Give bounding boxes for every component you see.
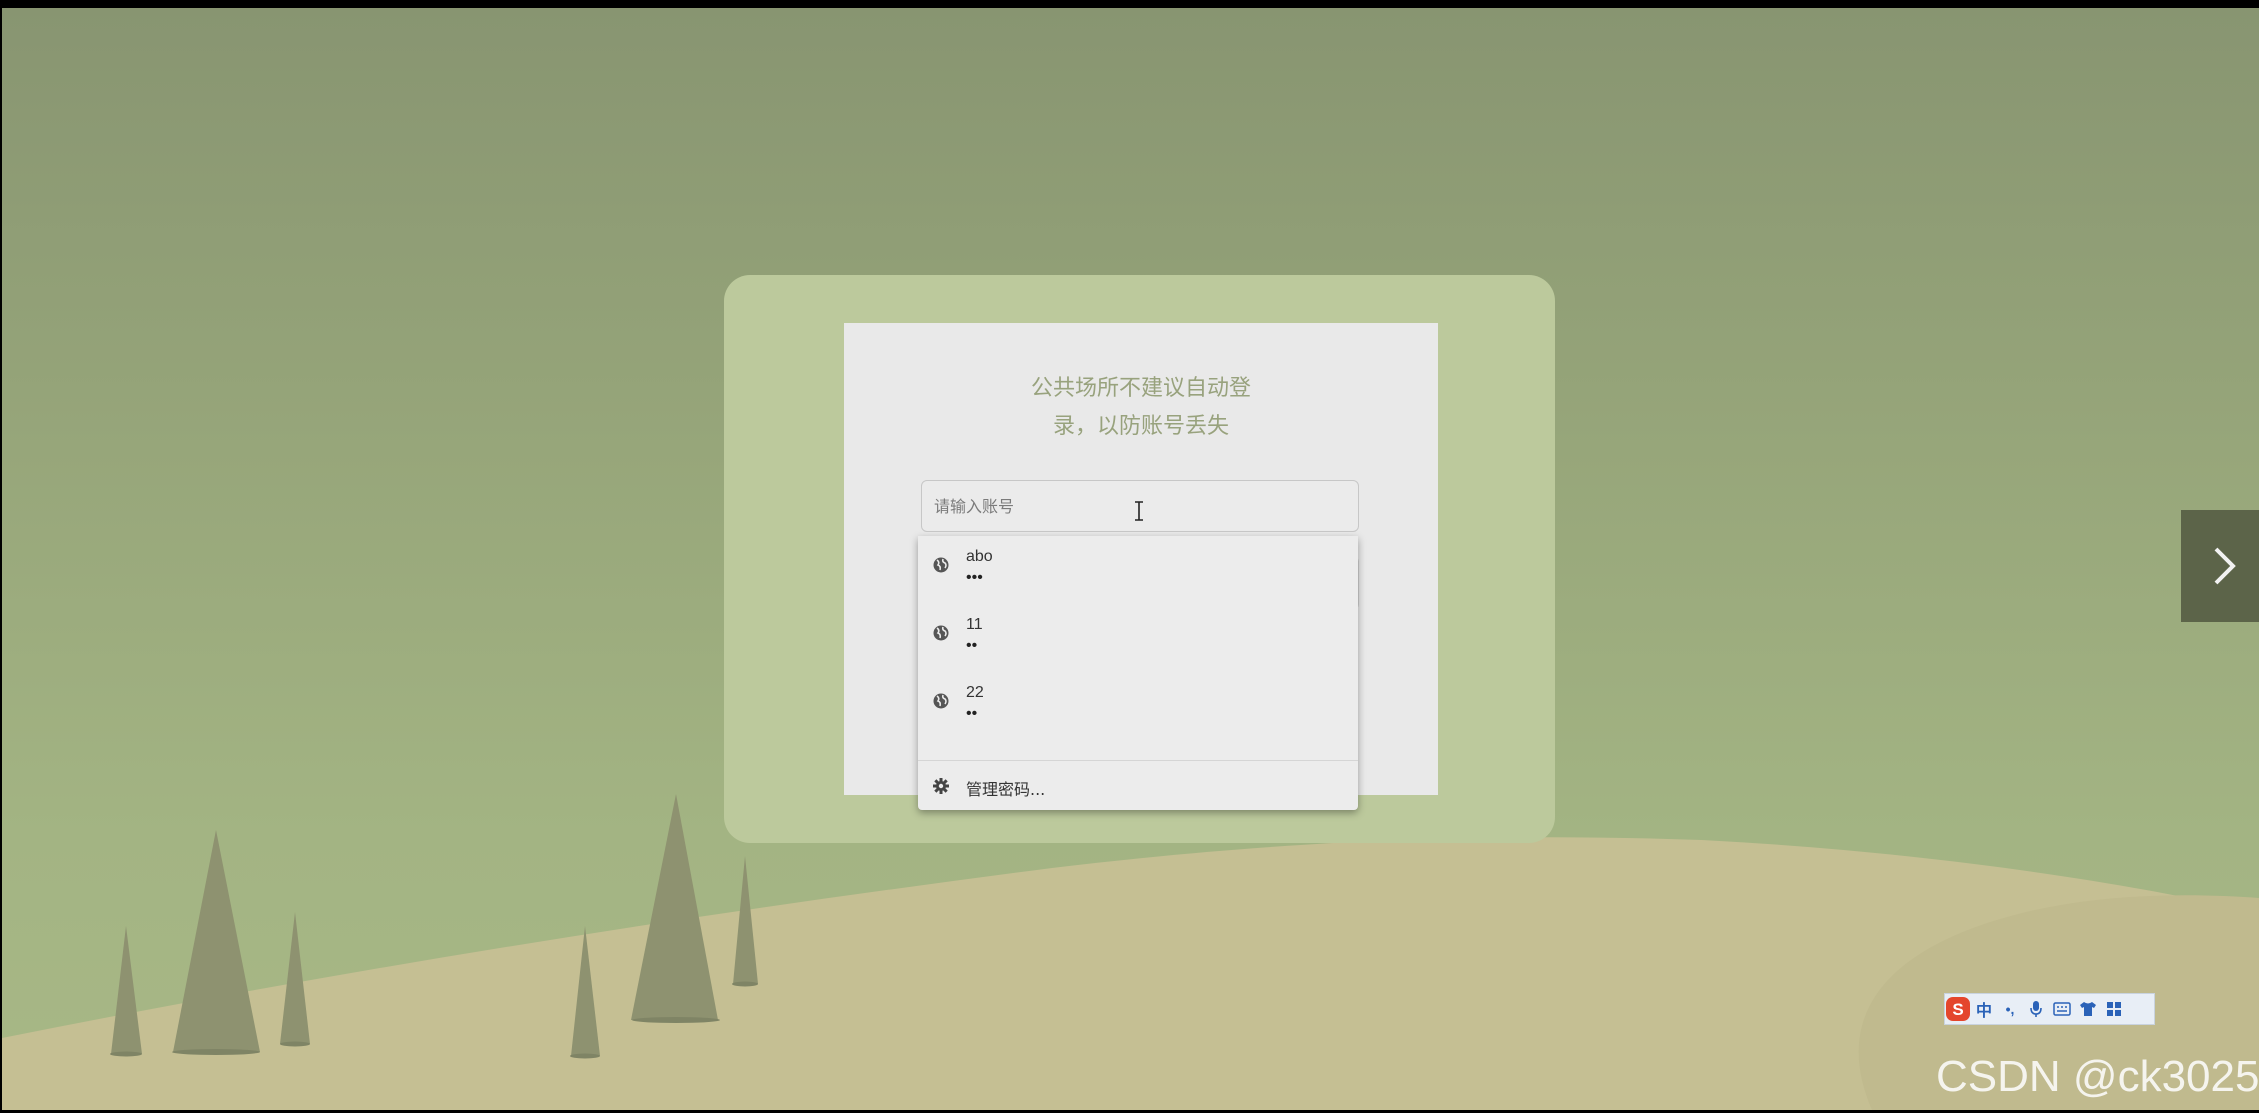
autofill-username: abo [966,548,993,565]
auto-login-notice: 公共场所不建议自动登 录，以防账号丢失 [1004,370,1278,446]
gear-icon [933,778,949,794]
ime-mode-label[interactable]: 中 [1971,996,1997,1022]
svg-text:S: S [1952,1000,1963,1019]
carousel-next-button[interactable] [2181,510,2259,622]
chevron-right-icon [2214,547,2236,585]
autofill-item[interactable]: 11 •• [918,604,1358,672]
globe-icon [933,693,949,709]
autofill-password-mask: ••• [966,569,983,586]
microphone-icon[interactable] [2023,996,2049,1022]
grid-icon[interactable] [2101,996,2127,1022]
password-autofill-dropdown[interactable]: abo ••• 11 •• 22 •• 管理密码... [918,536,1358,810]
manage-passwords-label: 管理密码... [966,780,1046,799]
manage-passwords-item[interactable]: 管理密码... [918,762,1358,810]
watermark-text: CSDN @ck3025 [1936,1052,2259,1101]
autofill-username: 22 [966,684,984,701]
notice-line-1: 公共场所不建议自动登 [1030,376,1251,401]
ime-punct-label[interactable]: •, [1997,996,2023,1022]
globe-icon [933,557,949,573]
shirt-icon[interactable] [2075,996,2101,1022]
globe-icon [933,625,949,641]
autofill-password-mask: •• [966,637,978,654]
autofill-divider [918,760,1358,761]
autofill-username: 11 [966,616,983,633]
autofill-password-mask: •• [966,705,978,722]
sogou-s-icon[interactable]: S [1945,996,1971,1022]
text-cursor-icon [1135,501,1143,521]
autofill-item[interactable]: 22 •• [918,672,1358,740]
notice-line-2: 录，以防账号丢失 [1052,414,1229,439]
autofill-item[interactable]: abo ••• [918,536,1358,604]
ime-toolbar[interactable]: S 中 •, [1944,993,2155,1025]
keyboard-icon[interactable] [2049,996,2075,1022]
